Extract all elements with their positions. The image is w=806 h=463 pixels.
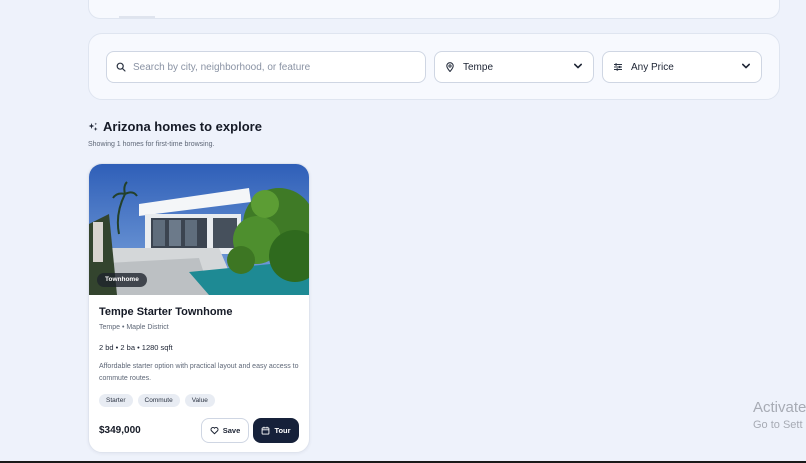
heart-icon: [210, 426, 219, 435]
watermark-line-1: Activate: [753, 399, 806, 416]
section-title: Arizona homes to explore: [88, 119, 262, 134]
filter-panel: Search by city, neighborhood, or feature…: [88, 33, 780, 100]
sparkle-icon: [88, 122, 98, 132]
tag: Starter: [99, 394, 133, 407]
tour-button[interactable]: Tour: [253, 418, 299, 443]
listing-price: $349,000: [99, 425, 141, 436]
price-select[interactable]: Any Price: [602, 51, 762, 83]
search-icon: [116, 62, 126, 72]
tour-label: Tour: [274, 426, 291, 435]
property-type-badge: Townhome: [97, 273, 147, 287]
watermark-line-2: Go to Sett: [753, 419, 803, 431]
chevron-down-icon: [573, 61, 583, 74]
listing-card[interactable]: Townhome Tempe Starter Townhome Tempe • …: [88, 163, 310, 453]
location-value: Tempe: [463, 61, 494, 73]
search-placeholder: Search by city, neighborhood, or feature: [133, 61, 311, 73]
save-label: Save: [222, 426, 241, 435]
listing-specs: 2 bd • 2 ba • 1280 sqft: [99, 343, 173, 352]
calendar-icon: [261, 426, 270, 435]
section-subtitle: Showing 1 homes for first-time browsing.: [88, 141, 215, 148]
sliders-icon: [613, 62, 623, 72]
map-pin-icon: [445, 62, 455, 72]
save-button[interactable]: Save: [201, 418, 249, 443]
listing-description: Affordable starter option with practical…: [99, 363, 299, 382]
tag: Commute: [137, 394, 180, 407]
listing-title[interactable]: Tempe Starter Townhome: [99, 306, 232, 318]
tag: Value: [184, 394, 215, 407]
top-panel: [88, 0, 780, 19]
search-input[interactable]: Search by city, neighborhood, or feature: [106, 51, 426, 83]
page: Search by city, neighborhood, or feature…: [0, 0, 806, 463]
listing-tags: Starter Commute Value: [99, 394, 215, 407]
activation-watermark: Activate Go to Sett: [753, 399, 806, 431]
listing-location: Tempe • Maple District: [99, 324, 169, 331]
chevron-down-icon: [741, 61, 751, 74]
price-value: Any Price: [631, 61, 674, 73]
section-title-text: Arizona homes to explore: [103, 119, 262, 134]
location-select[interactable]: Tempe: [434, 51, 594, 83]
top-panel-divider: [119, 16, 155, 18]
